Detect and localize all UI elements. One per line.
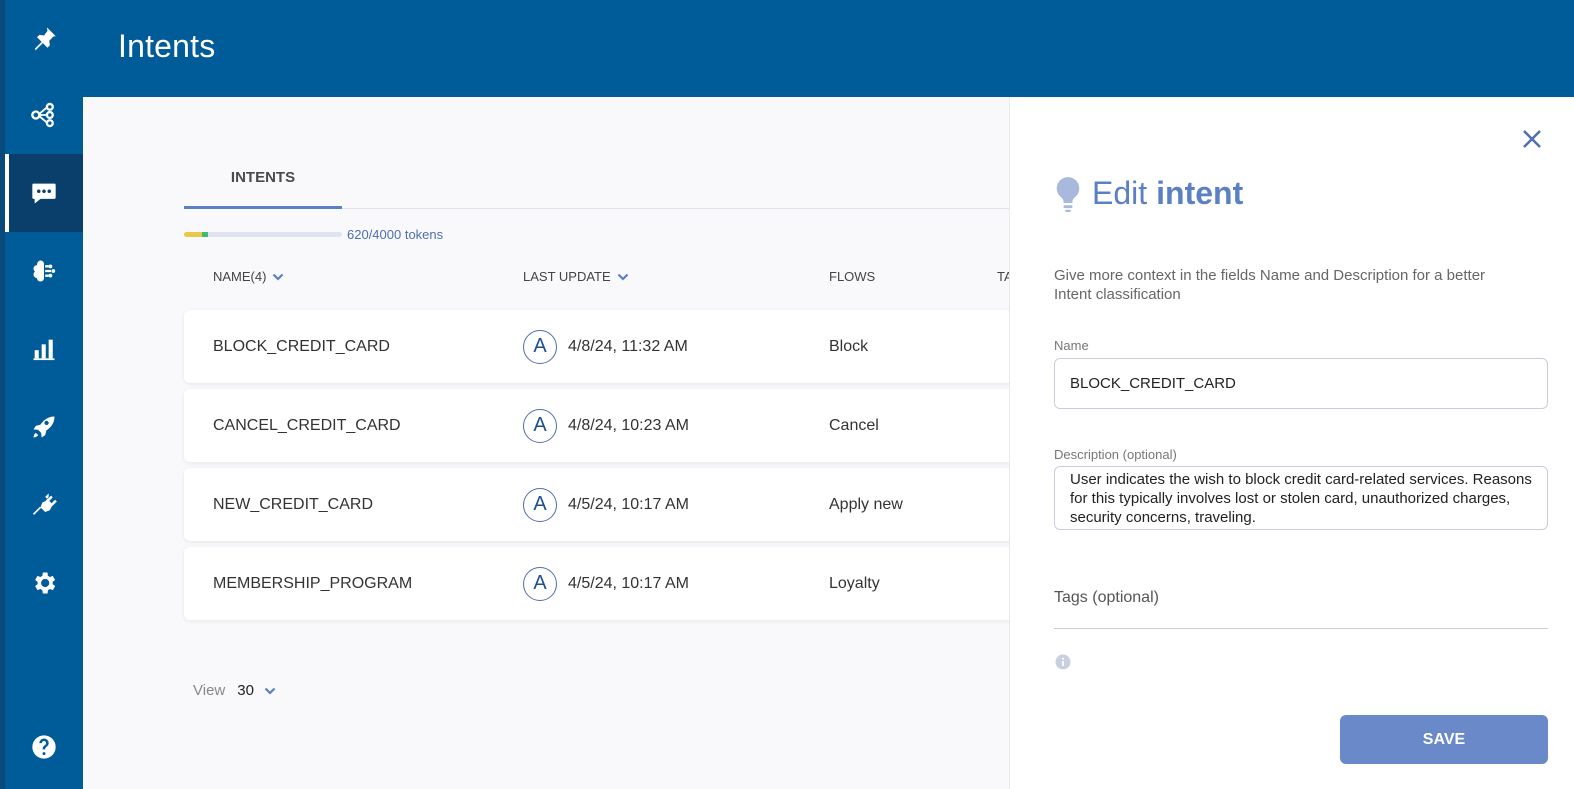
panel-title-prefix: Edit xyxy=(1092,175,1148,211)
intent-name: NEW_CREDIT_CARD xyxy=(213,495,374,513)
sidebar-item-analytics[interactable] xyxy=(5,310,83,388)
table-row[interactable]: BLOCK_CREDIT_CARD A 4/8/24, 11:32 AM Blo… xyxy=(184,310,1009,383)
sidebar-item-intents[interactable] xyxy=(5,154,83,232)
page-title: Intents xyxy=(118,28,216,64)
edit-intent-panel: Edit intent Give more context in the fie… xyxy=(1009,97,1574,789)
token-progress-fill xyxy=(184,231,203,237)
pin-icon xyxy=(34,27,56,51)
panel-title: Edit intent xyxy=(1054,175,1243,212)
last-update-date: 4/5/24, 10:17 AM xyxy=(568,495,689,513)
table-row[interactable]: CANCEL_CREDIT_CARD A 4/8/24, 10:23 AM Ca… xyxy=(184,389,1009,462)
flow-name: Loyalty xyxy=(829,574,880,592)
close-button[interactable] xyxy=(1520,127,1544,151)
last-update-date: 4/8/24, 10:23 AM xyxy=(568,416,689,434)
tab-intents[interactable]: INTENTS xyxy=(184,159,342,209)
panel-help-text: Give more context in the fields Name and… xyxy=(1054,267,1486,303)
page-size-selector[interactable]: View 30 xyxy=(193,682,276,699)
token-progress-marker xyxy=(202,231,209,237)
tab-bar: INTENTS xyxy=(184,159,1009,209)
sidebar-item-pin[interactable] xyxy=(5,0,83,78)
flow-graph-icon xyxy=(31,102,54,128)
token-usage: 620/4000 tokens xyxy=(184,226,443,242)
brain-icon xyxy=(33,260,56,282)
plug-icon xyxy=(32,493,57,515)
token-count-label: 620/4000 tokens xyxy=(347,226,444,242)
save-button[interactable]: SAVE xyxy=(1340,715,1548,764)
chevron-down-icon xyxy=(273,273,284,281)
sidebar-item-help[interactable] xyxy=(5,708,83,786)
last-update-cell: A 4/8/24, 10:23 AM xyxy=(523,389,689,462)
lightbulb-icon xyxy=(1056,176,1080,212)
sidebar-item-integrations[interactable] xyxy=(5,466,83,544)
panel-title-emphasis: intent xyxy=(1156,175,1244,211)
avatar: A xyxy=(523,487,557,522)
column-header-last-update-label: LAST UPDATE xyxy=(523,269,611,284)
flow-name: Block xyxy=(829,337,869,355)
view-value: 30 xyxy=(237,682,254,699)
avatar: A xyxy=(523,408,557,443)
column-header-name[interactable]: NAME(4) xyxy=(213,269,284,284)
column-header-flows[interactable]: FLOWS xyxy=(829,269,875,284)
sidebar-item-ai[interactable] xyxy=(5,232,83,310)
name-field[interactable] xyxy=(1054,358,1548,409)
last-update-cell: A 4/8/24, 11:32 AM xyxy=(523,310,688,383)
chat-bubble-icon xyxy=(32,183,56,204)
help-icon xyxy=(32,735,56,759)
description-field[interactable]: User indicates the wish to block credit … xyxy=(1054,466,1548,530)
chevron-down-icon xyxy=(617,273,628,281)
column-header-last-update[interactable]: LAST UPDATE xyxy=(523,269,629,284)
rocket-icon xyxy=(33,416,55,438)
intents-list-area: INTENTS 620/4000 tokens NAME(4) LAST UPD… xyxy=(83,97,1009,789)
table-row[interactable]: NEW_CREDIT_CARD A 4/5/24, 10:17 AM Apply… xyxy=(184,468,1009,541)
intent-name: BLOCK_CREDIT_CARD xyxy=(213,337,390,355)
sidebar xyxy=(0,0,83,789)
description-field-label: Description (optional) xyxy=(1054,447,1177,462)
chevron-down-icon xyxy=(264,687,276,695)
intent-name: MEMBERSHIP_PROGRAM xyxy=(213,574,413,592)
intent-name: CANCEL_CREDIT_CARD xyxy=(213,416,401,434)
tags-field-label: Tags (optional) xyxy=(1054,589,1159,606)
flow-name: Apply new xyxy=(829,495,903,513)
column-header-tags-label: TA xyxy=(997,269,1009,284)
sidebar-item-settings[interactable] xyxy=(5,544,83,622)
info-icon[interactable] xyxy=(1055,654,1071,670)
column-header-tags[interactable]: TA xyxy=(997,269,1009,284)
token-progress-bar xyxy=(184,231,342,237)
last-update-date: 4/5/24, 10:17 AM xyxy=(568,574,689,592)
flow-name: Cancel xyxy=(829,416,879,434)
top-header: Intents xyxy=(83,0,1574,97)
view-label: View xyxy=(193,682,226,699)
bar-chart-icon xyxy=(33,339,55,361)
column-header-name-label: NAME(4) xyxy=(213,269,267,284)
sidebar-item-flows[interactable] xyxy=(5,76,83,154)
name-field-label: Name xyxy=(1054,338,1089,353)
sidebar-item-deploy[interactable] xyxy=(5,388,83,466)
avatar: A xyxy=(523,566,557,601)
table-row[interactable]: MEMBERSHIP_PROGRAM A 4/5/24, 10:17 AM Lo… xyxy=(184,547,1009,620)
avatar: A xyxy=(523,329,557,364)
last-update-cell: A 4/5/24, 10:17 AM xyxy=(523,547,689,620)
last-update-date: 4/8/24, 11:32 AM xyxy=(568,337,688,355)
close-icon xyxy=(1523,130,1541,148)
tags-field[interactable] xyxy=(1054,628,1548,629)
column-header-flows-label: FLOWS xyxy=(829,269,876,284)
gear-icon xyxy=(35,572,56,594)
last-update-cell: A 4/5/24, 10:17 AM xyxy=(523,468,689,541)
